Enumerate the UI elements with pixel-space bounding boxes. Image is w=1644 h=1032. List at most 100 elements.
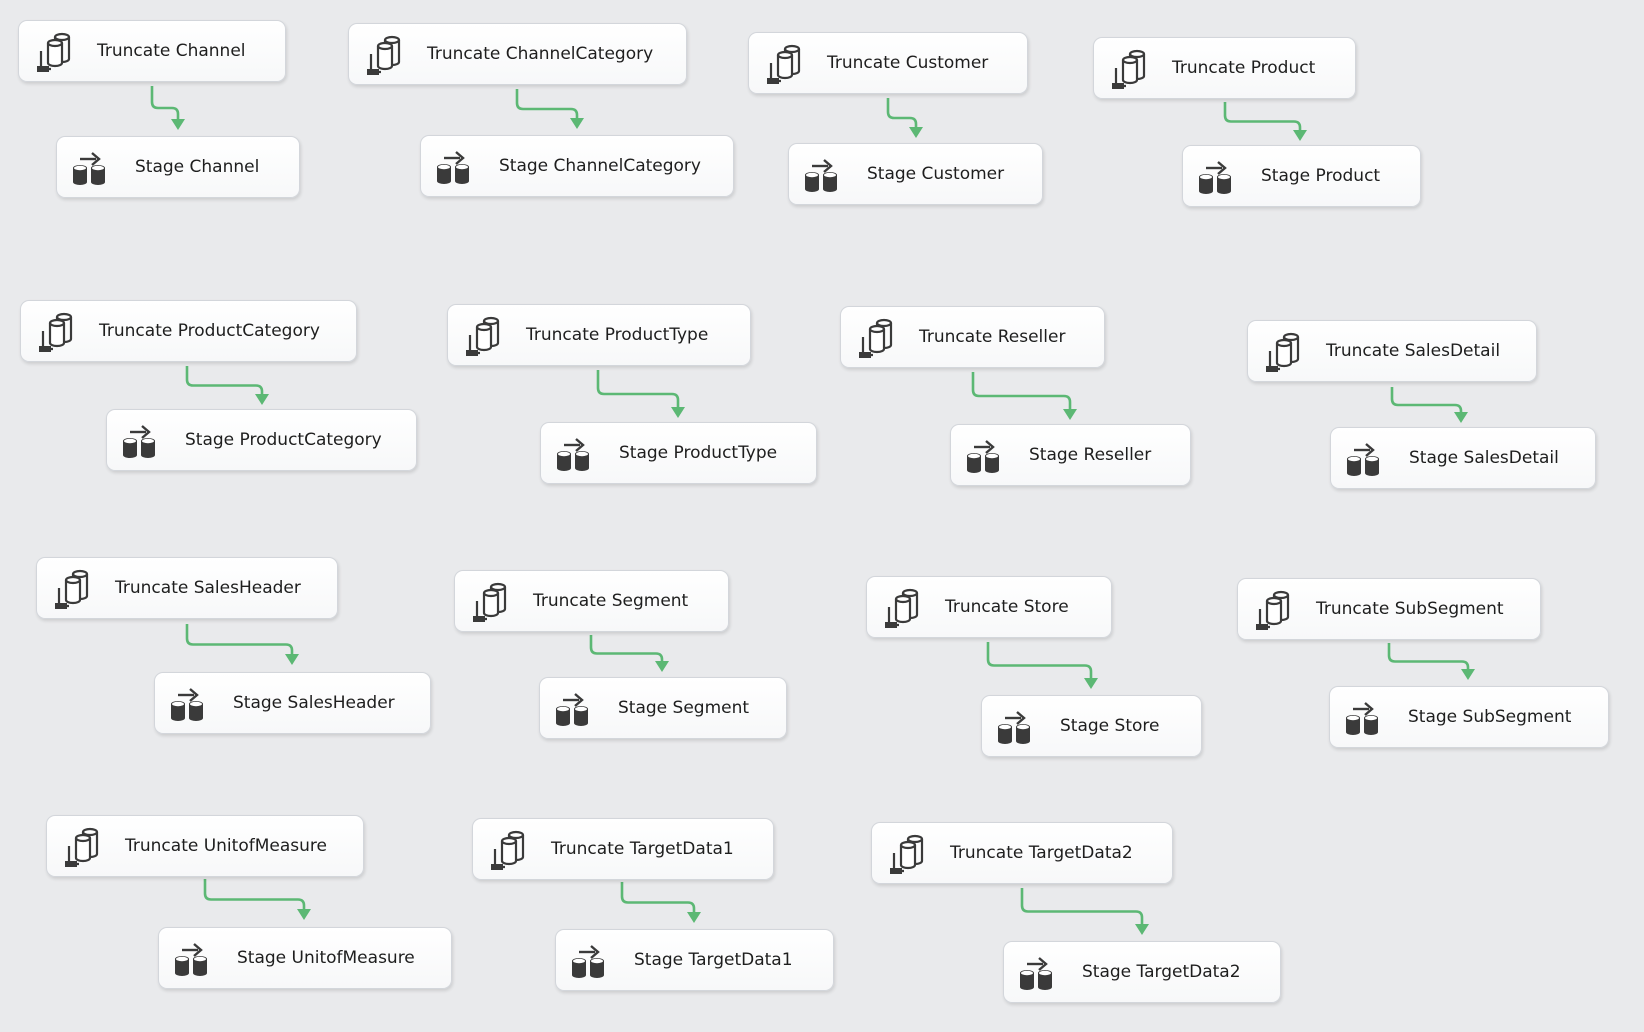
sql-task-icon — [357, 26, 413, 82]
data-flow-task[interactable]: Stage SalesDetail — [1330, 427, 1596, 489]
precedence-constraint[interactable] — [515, 89, 579, 120]
arrowhead-icon — [655, 661, 669, 672]
data-flow-task[interactable]: Stage Store — [981, 695, 1202, 757]
task-label: Truncate Customer — [827, 53, 989, 73]
precedence-constraint[interactable] — [203, 879, 306, 911]
precedence-constraint[interactable] — [1223, 102, 1302, 132]
execute-sql-task[interactable]: Truncate Channel — [18, 20, 286, 82]
execute-sql-task[interactable]: Truncate Store — [866, 576, 1112, 638]
arrowhead-icon — [285, 654, 299, 665]
sql-task-icon — [1102, 40, 1158, 96]
data-flow-task[interactable]: Stage ProductCategory — [106, 409, 417, 471]
data-flow-task[interactable]: Stage Segment — [539, 677, 787, 739]
task-label: Truncate Reseller — [919, 327, 1066, 347]
arrowhead-icon — [171, 119, 185, 130]
data-flow-task-icon — [548, 680, 604, 736]
task-label: Truncate ProductCategory — [99, 321, 320, 341]
data-flow-task[interactable]: Stage Product — [1182, 145, 1421, 207]
data-flow-task[interactable]: Stage TargetData1 — [555, 929, 834, 991]
execute-sql-task[interactable]: Truncate SubSegment — [1237, 578, 1541, 640]
data-flow-task[interactable]: Stage UnitofMeasure — [158, 927, 452, 989]
data-flow-task-icon — [1338, 689, 1394, 745]
data-flow-task[interactable]: Stage ProductType — [540, 422, 817, 484]
sql-task-icon — [1256, 323, 1312, 379]
data-flow-task[interactable]: Stage ChannelCategory — [420, 135, 734, 197]
data-flow-task[interactable]: Stage Reseller — [950, 424, 1191, 486]
data-flow-task[interactable]: Stage Customer — [788, 143, 1043, 205]
task-label: Stage Segment — [618, 698, 750, 718]
arrowhead-icon — [671, 407, 685, 418]
data-flow-task-icon — [564, 932, 620, 988]
execute-sql-task[interactable]: Truncate Reseller — [840, 306, 1105, 368]
sql-task-icon — [875, 579, 931, 635]
execute-sql-task[interactable]: Truncate ProductCategory — [20, 300, 357, 362]
precedence-constraint[interactable] — [150, 86, 180, 121]
data-flow-task-icon — [959, 427, 1015, 483]
data-flow-task[interactable]: Stage Channel — [56, 136, 300, 198]
execute-sql-task[interactable]: Truncate TargetData1 — [472, 818, 774, 880]
execute-sql-task[interactable]: Truncate SalesDetail — [1247, 320, 1537, 382]
execute-sql-task[interactable]: Truncate Segment — [454, 570, 729, 632]
precedence-constraint[interactable] — [971, 372, 1072, 411]
precedence-constraint[interactable] — [1020, 888, 1144, 926]
data-flow-task[interactable]: Stage SubSegment — [1329, 686, 1609, 748]
sql-task-icon — [27, 23, 83, 79]
precedence-constraint[interactable] — [620, 882, 696, 914]
control-flow-canvas[interactable]: Truncate Channel Stage Channel Truncate Ch… — [0, 0, 1644, 1032]
precedence-constraint[interactable] — [1390, 387, 1463, 414]
arrowhead-icon — [909, 127, 923, 138]
arrowhead-icon — [687, 912, 701, 923]
data-flow-task-icon — [549, 425, 605, 481]
execute-sql-task[interactable]: Truncate ChannelCategory — [348, 23, 687, 85]
task-label: Stage ProductType — [619, 443, 778, 463]
data-flow-task-icon — [1012, 944, 1068, 1000]
precedence-constraint[interactable] — [886, 98, 918, 129]
sql-task-icon — [463, 573, 519, 629]
sql-task-icon — [849, 309, 905, 365]
data-flow-task[interactable]: Stage TargetData2 — [1003, 941, 1281, 1003]
arrowhead-icon — [1084, 678, 1098, 689]
data-flow-task[interactable]: Stage SalesHeader — [154, 672, 431, 734]
task-label: Truncate ChannelCategory — [427, 44, 654, 64]
precedence-constraint[interactable] — [1387, 643, 1470, 671]
precedence-constraint[interactable] — [986, 642, 1093, 680]
task-label: Truncate TargetData2 — [950, 843, 1133, 863]
task-label: Truncate Segment — [533, 591, 689, 611]
task-label: Truncate Store — [945, 597, 1069, 617]
arrowhead-icon — [255, 394, 269, 405]
task-label: Stage Product — [1261, 166, 1381, 186]
precedence-constraint[interactable] — [185, 366, 264, 396]
execute-sql-task[interactable]: Truncate UnitofMeasure — [46, 815, 364, 877]
task-label: Stage Reseller — [1029, 445, 1152, 465]
task-label: Stage SalesHeader — [233, 693, 395, 713]
execute-sql-task[interactable]: Truncate Product — [1093, 37, 1356, 99]
execute-sql-task[interactable]: Truncate TargetData2 — [871, 822, 1173, 884]
data-flow-task-icon — [797, 146, 853, 202]
task-label: Truncate SalesDetail — [1326, 341, 1501, 361]
data-flow-task-icon — [990, 698, 1046, 754]
task-label: Truncate ProductType — [526, 325, 709, 345]
task-label: Stage UnitofMeasure — [237, 948, 415, 968]
sql-task-icon — [757, 35, 813, 91]
sql-task-icon — [456, 307, 512, 363]
arrowhead-icon — [1454, 412, 1468, 423]
precedence-constraint[interactable] — [596, 370, 680, 409]
data-flow-task-icon — [1339, 430, 1395, 486]
task-label: Stage TargetData1 — [634, 950, 793, 970]
execute-sql-task[interactable]: Truncate ProductType — [447, 304, 751, 366]
task-label: Stage SalesDetail — [1409, 448, 1559, 468]
sql-task-icon — [880, 825, 936, 881]
execute-sql-task[interactable]: Truncate Customer — [748, 32, 1028, 94]
task-label: Stage ChannelCategory — [499, 156, 701, 176]
task-label: Truncate Channel — [97, 41, 246, 61]
task-label: Stage Store — [1060, 716, 1160, 736]
data-flow-task-icon — [65, 139, 121, 195]
data-flow-task-icon — [115, 412, 171, 468]
precedence-constraint[interactable] — [589, 635, 664, 663]
execute-sql-task[interactable]: Truncate SalesHeader — [36, 557, 338, 619]
task-label: Stage TargetData2 — [1082, 962, 1241, 982]
data-flow-task-icon — [1191, 148, 1247, 204]
precedence-constraint[interactable] — [185, 624, 294, 656]
arrowhead-icon — [570, 118, 584, 129]
sql-task-icon — [29, 303, 85, 359]
